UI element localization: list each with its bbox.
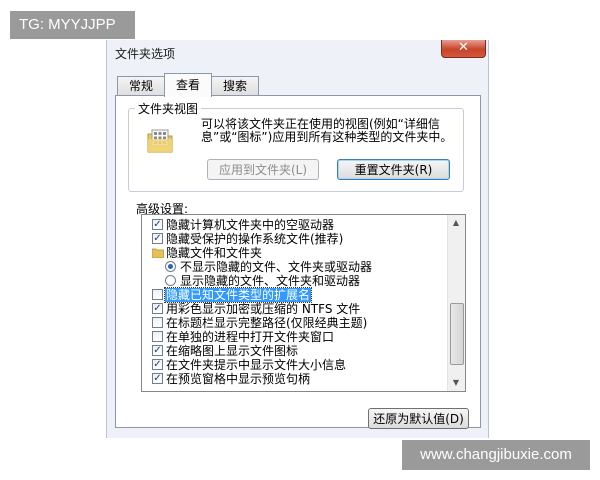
tab-search[interactable]: 搜索 — [211, 76, 259, 96]
setting-label: 用彩色显示加密或压缩的 NTFS 文件 — [166, 302, 361, 316]
folder-views-description: 可以将该文件夹正在使用的视图(例如“详细信息”或“图标”)应用到所有这种类型的文… — [201, 117, 453, 144]
close-button[interactable]: ✕ — [441, 40, 486, 58]
setting-label: 显示隐藏的文件、文件夹和驱动器 — [180, 274, 361, 288]
folder-views-group: 文件夹视图 可以将该文件夹正在使用的视图(例如“详细信息”或“图标”)应用到所有… — [128, 100, 464, 192]
checkbox-checked[interactable]: ✓ — [152, 233, 163, 244]
setting-label: 隐藏受保护的操作系统文件(推荐) — [166, 232, 344, 246]
tab-general[interactable]: 常规 — [117, 76, 165, 96]
checkbox-checked[interactable]: ✓ — [152, 345, 163, 356]
folder-icon — [152, 248, 164, 258]
dialog-title: 文件夹选项 — [115, 47, 176, 61]
scroll-thumb[interactable] — [450, 303, 464, 365]
checkbox-unchecked[interactable] — [152, 331, 163, 342]
checkbox-checked[interactable]: ✓ — [152, 373, 163, 384]
setting-label: 隐藏计算机文件夹中的空驱动器 — [166, 218, 335, 232]
checkbox-unchecked[interactable] — [152, 289, 163, 300]
folder-views-label: 文件夹视图 — [135, 100, 202, 117]
checkbox-checked[interactable]: ✓ — [152, 303, 163, 314]
folder-options-dialog: 文件夹选项 ✕ 常规 查看 搜索 文件夹视图 可以将该文件夹正在使用的视图(例如… — [106, 40, 489, 438]
checkbox-checked[interactable]: ✓ — [152, 359, 163, 370]
folder-view-icon — [147, 129, 173, 153]
reset-folders-button[interactable]: 重置文件夹(R) — [337, 159, 450, 180]
scroll-up-icon[interactable]: ▲ — [448, 215, 464, 231]
setting-label: 在缩略图上显示文件图标 — [166, 344, 299, 358]
watermark-top: TG: MYYJJPP — [10, 11, 135, 39]
tab-view[interactable]: 查看 — [164, 73, 212, 97]
checkbox-checked[interactable]: ✓ — [152, 219, 163, 230]
radio-selected[interactable] — [165, 261, 176, 272]
setting-label: 不显示隐藏的文件、文件夹或驱动器 — [180, 260, 373, 274]
setting-label: 在预览窗格中显示预览句柄 — [166, 372, 311, 386]
close-icon: ✕ — [458, 40, 469, 55]
checkbox-unchecked[interactable] — [152, 317, 163, 328]
setting-label: 在文件夹提示中显示文件大小信息 — [166, 358, 347, 372]
setting-label-selected: 隐藏已知文件类型的扩展名 — [163, 287, 313, 303]
title-bar: 文件夹选项 ✕ — [107, 40, 488, 70]
apply-to-folders-button[interactable]: 应用到文件夹(L) — [207, 159, 319, 180]
advanced-settings-list[interactable]: ✓ 隐藏计算机文件夹中的空驱动器 ✓ 隐藏受保护的操作系统文件(推荐) 隐藏文件… — [141, 214, 466, 392]
setting-label: 在标题栏显示完整路径(仅限经典主题) — [166, 316, 368, 330]
watermark-bottom: www.changjibuxie.com — [402, 440, 590, 470]
setting-label: 在单独的进程中打开文件夹窗口 — [166, 330, 335, 344]
setting-label: 隐藏文件和文件夹 — [166, 246, 263, 260]
scroll-down-icon[interactable]: ▼ — [448, 375, 464, 391]
restore-defaults-button[interactable]: 还原为默认值(D) — [368, 408, 469, 429]
view-tab-panel: 文件夹视图 可以将该文件夹正在使用的视图(例如“详细信息”或“图标”)应用到所有… — [115, 95, 481, 429]
vertical-scrollbar[interactable]: ▲ ▼ — [447, 215, 465, 391]
radio-unselected[interactable] — [165, 275, 176, 286]
